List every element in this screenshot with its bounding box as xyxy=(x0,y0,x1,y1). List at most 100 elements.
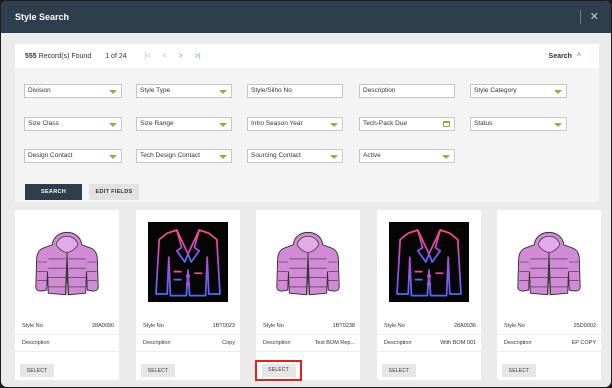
description-value: Test BOM Rep... xyxy=(314,340,355,346)
style-image[interactable] xyxy=(15,210,119,313)
division-label: Division xyxy=(28,87,51,94)
dialog-title: Style Search xyxy=(15,12,70,22)
status-select[interactable]: Status xyxy=(470,117,567,131)
divider xyxy=(136,351,240,352)
style-image[interactable] xyxy=(136,210,240,313)
search-button[interactable]: SEARCH xyxy=(25,184,82,200)
description-value: Copy xyxy=(222,340,235,346)
style-no-label: Style No xyxy=(384,323,405,329)
tech-pack-due-date[interactable]: Tech-Pack Due xyxy=(359,117,455,131)
style-no-value: 28A0036 xyxy=(453,323,476,329)
divider xyxy=(136,334,240,335)
style-image[interactable] xyxy=(377,210,481,313)
description-label: Description xyxy=(22,340,50,346)
page-indicator: 1 of 24 xyxy=(105,52,127,60)
dropdown-arrow-icon xyxy=(442,155,450,159)
divider xyxy=(497,334,601,335)
divider xyxy=(256,351,360,352)
style-card: Style No 25D0002 Description EP COPY SELEC… xyxy=(497,210,601,380)
style-category-label: Style Category xyxy=(474,87,517,94)
style-image[interactable] xyxy=(256,210,360,313)
dropdown-arrow-icon xyxy=(109,123,117,127)
style-category-select[interactable]: Style Category xyxy=(470,84,567,98)
divider xyxy=(256,334,360,335)
dropdown-arrow-icon xyxy=(554,90,562,94)
dropdown-arrow-icon xyxy=(219,123,227,127)
tech-design-contact-select[interactable]: Tech Design Contact xyxy=(136,149,232,163)
style-card: Style No 1BT0023 Description Copy SELECT xyxy=(136,210,240,380)
dropdown-arrow-icon xyxy=(109,155,117,159)
dropdown-arrow-icon xyxy=(109,90,117,94)
first-page-icon[interactable]: |< xyxy=(145,53,151,60)
select-button[interactable]: SELECT xyxy=(141,364,175,377)
style-card: Style No 28A0036 Description With BOM 001 … xyxy=(377,210,481,380)
dropdown-arrow-icon xyxy=(219,90,227,94)
record-count-label: Record(s) Found xyxy=(38,52,92,60)
size-class-label: Size Class xyxy=(28,120,59,127)
style-no-label: Style No xyxy=(143,323,164,329)
style-image[interactable] xyxy=(497,210,601,313)
design-contact-select[interactable]: Design Contact xyxy=(24,149,122,163)
sourcing-contact-select[interactable]: Sourcing Contact xyxy=(247,149,343,163)
style-silho-no-label: Style/Silho No xyxy=(251,87,292,94)
calendar-icon[interactable] xyxy=(443,121,450,127)
prev-page-icon[interactable]: < xyxy=(163,53,167,60)
style-no-label: Style No xyxy=(263,323,284,329)
active-label: Active xyxy=(363,152,381,159)
style-silho-no-input[interactable]: Style/Silho No xyxy=(247,84,343,98)
search-panel: 555 Record(s) Found 1 of 24 |< < > >| Se… xyxy=(15,44,599,202)
intro-season-year-label: Intro Season Year xyxy=(251,120,303,127)
design-contact-label: Design Contact xyxy=(28,152,73,159)
dropdown-arrow-icon xyxy=(330,155,338,159)
close-icon[interactable]: ✕ xyxy=(590,10,599,24)
divider xyxy=(15,351,119,352)
divider xyxy=(15,334,119,335)
select-button[interactable]: SELECT xyxy=(382,364,416,377)
style-no-value: 1BT0238 xyxy=(332,323,355,329)
status-label: Status xyxy=(474,120,493,127)
sourcing-contact-label: Sourcing Contact xyxy=(251,152,301,159)
edit-fields-button[interactable]: EDIT FIELDS xyxy=(89,184,139,200)
tech-pack-due-label: Tech-Pack Due xyxy=(363,120,408,127)
size-range-label: Size Range xyxy=(140,120,174,127)
style-no-value: 28A0090 xyxy=(91,323,114,329)
divider xyxy=(497,351,601,352)
description-value: EP COPY xyxy=(571,340,596,346)
last-page-icon[interactable]: >| xyxy=(195,53,201,60)
active-select[interactable]: Active xyxy=(359,149,455,163)
size-range-select[interactable]: Size Range xyxy=(136,117,232,131)
divider xyxy=(377,351,481,352)
divider xyxy=(377,334,481,335)
dialog-titlebar: Style Search ✕ xyxy=(1,1,611,33)
description-label: Description xyxy=(384,340,412,346)
chevron-up-icon: ^ xyxy=(576,52,581,60)
search-toggle-label: Search xyxy=(548,52,572,60)
tech-design-contact-label: Tech Design Contact xyxy=(140,152,200,159)
description-label: Description xyxy=(263,340,291,346)
search-toggle[interactable]: Search ^ xyxy=(549,53,581,60)
style-type-label: Style Type xyxy=(140,87,171,94)
record-count: 555 xyxy=(25,52,37,60)
style-type-select[interactable]: Style Type xyxy=(136,84,232,98)
titlebar-divider xyxy=(580,10,581,24)
style-no-label: Style No xyxy=(504,323,525,329)
dropdown-arrow-icon xyxy=(554,123,562,127)
style-card: Style No 28A0090 Description SELECT xyxy=(15,210,119,380)
division-select[interactable]: Division xyxy=(24,84,122,98)
description-input[interactable]: Description xyxy=(359,84,455,98)
select-button[interactable]: SELECT xyxy=(20,364,54,377)
style-card: Style No 1BT0238 Description Test BOM Rep.… xyxy=(255,210,360,381)
style-no-value: 1BT0023 xyxy=(212,323,235,329)
style-search-dialog: Style Search ✕ 555 Record(s) Found 1 of … xyxy=(1,1,611,387)
style-no-label: Style No xyxy=(22,323,43,329)
intro-season-year-select[interactable]: Intro Season Year xyxy=(247,117,343,131)
results-header: 555 Record(s) Found 1 of 24 |< < > >| Se… xyxy=(15,44,599,68)
description-label: Description xyxy=(363,87,396,94)
dropdown-arrow-icon xyxy=(330,123,338,127)
description-label: Description xyxy=(143,340,171,346)
size-class-select[interactable]: Size Class xyxy=(24,117,122,131)
select-button[interactable]: SELECT xyxy=(502,364,536,377)
select-button-highlighted[interactable]: SELECT xyxy=(255,360,302,381)
description-label: Description xyxy=(504,340,532,346)
next-page-icon[interactable]: > xyxy=(179,53,183,60)
